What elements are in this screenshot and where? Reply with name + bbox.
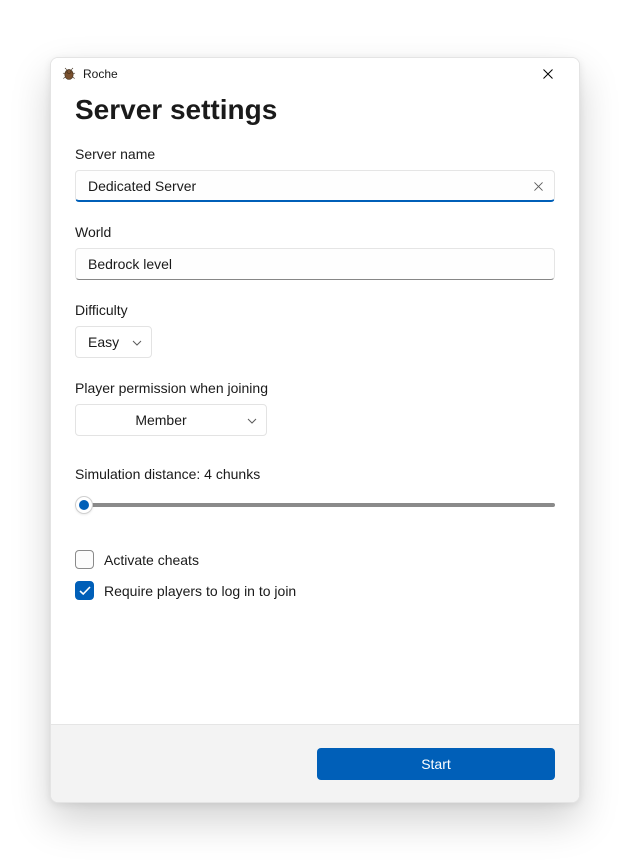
simulation-distance-slider[interactable] bbox=[75, 496, 555, 514]
permission-select[interactable]: Member bbox=[75, 404, 267, 436]
window-title: Roche bbox=[83, 67, 525, 81]
clear-icon bbox=[534, 182, 543, 191]
require-login-row[interactable]: Require players to log in to join bbox=[75, 581, 555, 600]
difficulty-field: Difficulty Easy bbox=[75, 302, 555, 358]
content-area: Server settings Server name World Diffic… bbox=[51, 90, 579, 724]
permission-label: Player permission when joining bbox=[75, 380, 555, 396]
check-icon bbox=[79, 586, 91, 596]
permission-select-wrap: Member bbox=[75, 404, 267, 436]
titlebar: Roche bbox=[51, 58, 579, 90]
window-close-button[interactable] bbox=[525, 59, 571, 89]
permission-field: Player permission when joining Member bbox=[75, 380, 555, 436]
difficulty-select-wrap: Easy bbox=[75, 326, 152, 358]
difficulty-select[interactable]: Easy bbox=[75, 326, 152, 358]
world-field: World bbox=[75, 224, 555, 280]
require-login-checkbox[interactable] bbox=[75, 581, 94, 600]
server-name-textbox bbox=[75, 170, 555, 202]
simulation-distance-label: Simulation distance: 4 chunks bbox=[75, 466, 555, 482]
simulation-distance-field: Simulation distance: 4 chunks bbox=[75, 466, 555, 514]
slider-thumb-inner bbox=[79, 500, 89, 510]
world-label: World bbox=[75, 224, 555, 240]
footer: Start bbox=[51, 724, 579, 802]
start-button[interactable]: Start bbox=[317, 748, 555, 780]
app-icon bbox=[61, 66, 77, 82]
difficulty-label: Difficulty bbox=[75, 302, 555, 318]
server-name-field: Server name bbox=[75, 146, 555, 202]
slider-rail bbox=[75, 503, 555, 507]
activate-cheats-row[interactable]: Activate cheats bbox=[75, 550, 555, 569]
slider-thumb[interactable] bbox=[75, 496, 93, 514]
world-textbox bbox=[75, 248, 555, 280]
server-name-input[interactable] bbox=[75, 170, 555, 202]
activate-cheats-label: Activate cheats bbox=[104, 552, 199, 568]
page-title: Server settings bbox=[75, 94, 555, 126]
server-name-label: Server name bbox=[75, 146, 555, 162]
world-input[interactable] bbox=[75, 248, 555, 280]
clear-server-name-button[interactable] bbox=[527, 175, 549, 197]
require-login-label: Require players to log in to join bbox=[104, 583, 296, 599]
activate-cheats-checkbox[interactable] bbox=[75, 550, 94, 569]
close-icon bbox=[543, 69, 553, 79]
app-window: Roche Server settings Server name World bbox=[50, 57, 580, 803]
